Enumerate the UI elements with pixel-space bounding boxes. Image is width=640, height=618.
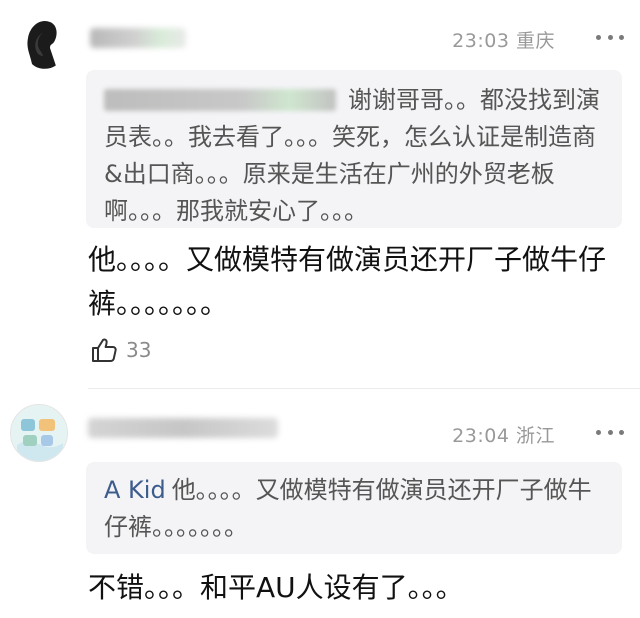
comment-time: 23:04 [452, 425, 510, 447]
quoted-author[interactable]: A Kid [104, 476, 166, 504]
more-dots-icon[interactable] [596, 33, 624, 41]
username-blurred[interactable] [90, 28, 186, 48]
quoted-reply: 谢谢哥哥。。都没找到演员表。。我去看了。。。笑死，怎么认证是制造商&出口商。。。… [86, 70, 622, 228]
comment-time: 23:03 [452, 30, 510, 52]
avatar-cartoon-icon [11, 405, 67, 461]
quoted-text: 他。。。。又做模特有做演员还开厂子做牛仔裤。。。。。。。 [104, 476, 592, 541]
comment-2: 23:04 浙江 A Kid 他。。。。又做模特有做演员还开厂子做牛仔裤。。。。。… [0, 390, 640, 618]
avatar[interactable] [10, 10, 70, 70]
comment-location: 重庆 [515, 30, 555, 52]
quoted-author-blurred [104, 89, 336, 111]
comment-location: 浙江 [515, 425, 555, 447]
avatar-silhouette-icon [10, 10, 70, 70]
thumbs-up-icon [92, 338, 117, 362]
more-dots-icon[interactable] [596, 428, 624, 436]
comment-1: 23:03 重庆 谢谢哥哥。。都没找到演员表。。我去看了。。。笑死，怎么认证是制… [0, 0, 640, 390]
comment-meta: 23:04 浙江 [452, 421, 555, 448]
divider [88, 388, 640, 389]
like-button[interactable]: 33 [90, 336, 151, 364]
avatar[interactable] [10, 404, 68, 462]
comment-meta: 23:03 重庆 [452, 26, 555, 53]
comment-thread: 23:03 重庆 谢谢哥哥。。都没找到演员表。。我去看了。。。笑死，怎么认证是制… [0, 0, 640, 618]
comment-text: 他。。。。又做模特有做演员还开厂子做牛仔裤。。。。。。。 [88, 243, 607, 320]
quoted-reply: A Kid 他。。。。又做模特有做演员还开厂子做牛仔裤。。。。。。。 [86, 462, 622, 554]
username-blurred[interactable] [88, 418, 278, 438]
like-count: 33 [126, 338, 152, 362]
comment-text: 不错。。。和平AU人设有了。。。 [88, 571, 464, 604]
